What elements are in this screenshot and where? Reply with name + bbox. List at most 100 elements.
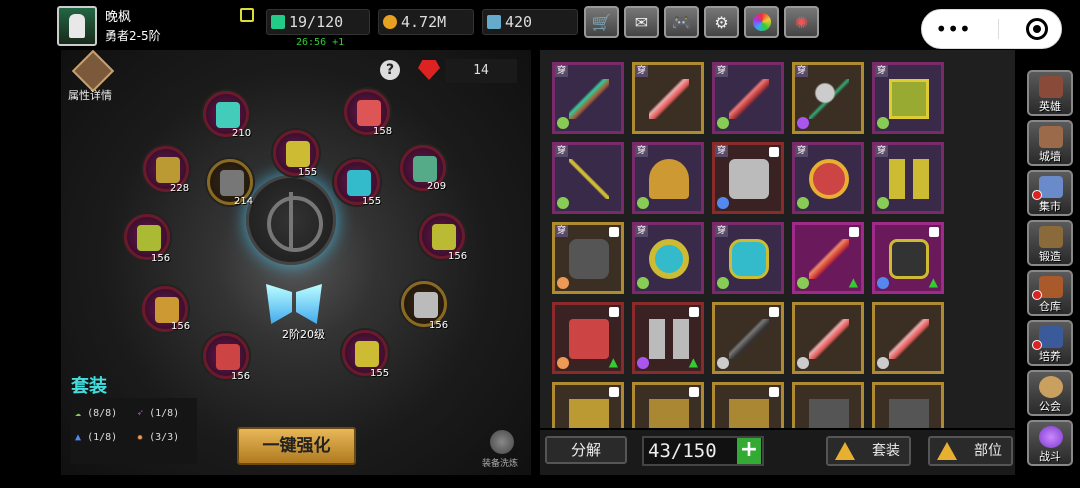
warning-triangle-icon — [835, 442, 855, 460]
gauntlet-icon — [889, 239, 929, 279]
inventory-item[interactable]: 穿 — [872, 62, 944, 134]
inventory-item[interactable] — [872, 382, 944, 428]
inventory-item[interactable]: 穿 — [632, 222, 704, 294]
inventory-item[interactable]: 穿 — [792, 142, 864, 214]
slot-level: 156 — [171, 321, 191, 332]
lucky-wheel-button[interactable] — [744, 6, 779, 38]
inventory-item[interactable]: 穿 — [632, 142, 704, 214]
inventory-item[interactable] — [632, 382, 704, 428]
equipped-tag: 穿 — [555, 65, 569, 77]
gem-count: 14 — [445, 59, 517, 83]
set-title: 套装 — [71, 376, 107, 397]
sort-by-part-button[interactable]: 部位 — [928, 436, 1013, 466]
gear-icon: ⚙ — [714, 12, 729, 32]
miniprogram-capsule[interactable]: ••• — [921, 9, 1062, 49]
nav-battle[interactable]: 战斗 — [1027, 420, 1073, 466]
inventory-item[interactable]: ▲ — [792, 222, 864, 294]
mail-icon: ✉ — [634, 12, 649, 32]
lock-icon[interactable] — [769, 307, 779, 317]
nav-hero[interactable]: 英雄 — [1027, 70, 1073, 116]
bow-icon — [729, 319, 769, 359]
inventory-item[interactable]: ▲ — [872, 222, 944, 294]
close-target-icon[interactable] — [1025, 18, 1048, 40]
shop-button[interactable]: 🛒 — [584, 6, 619, 38]
lock-icon[interactable] — [769, 387, 779, 397]
inventory-item[interactable]: ▲ — [632, 302, 704, 374]
inventory-item[interactable]: ▲ — [552, 302, 624, 374]
nav-train[interactable]: 培养 — [1027, 320, 1073, 366]
lock-icon[interactable] — [929, 227, 939, 237]
expand-inventory-button[interactable]: + — [737, 438, 761, 464]
axe-icon — [413, 156, 437, 182]
hammer-icon — [569, 319, 609, 359]
stamina-timer: 26:56 +1 — [296, 37, 345, 48]
inventory-item[interactable] — [872, 302, 944, 374]
left-wing-icon — [266, 284, 292, 324]
player-avatar[interactable] — [57, 6, 97, 46]
gold-counter[interactable]: 4.72M — [378, 9, 474, 35]
inventory-item[interactable]: 穿 — [792, 62, 864, 134]
amulet-icon — [729, 239, 769, 279]
settings-button[interactable]: ⚙ — [704, 6, 739, 38]
inventory-item[interactable]: 穿 — [712, 142, 784, 214]
boots-icon — [355, 341, 379, 367]
inventory-item[interactable] — [792, 382, 864, 428]
inventory-item[interactable]: 穿 — [552, 142, 624, 214]
equipped-tag: 穿 — [635, 225, 649, 237]
inventory-item[interactable]: 穿 — [712, 62, 784, 134]
inventory-item[interactable] — [792, 302, 864, 374]
lock-icon[interactable] — [689, 307, 699, 317]
lock-icon[interactable] — [609, 227, 619, 237]
lock-icon[interactable] — [769, 147, 779, 157]
mage-hat-icon — [1039, 326, 1063, 348]
nav-forge[interactable]: 锻造 — [1027, 220, 1073, 266]
set-tag-icon — [797, 197, 809, 209]
shield-icon — [569, 399, 609, 428]
stamina-counter[interactable]: 19/120 — [266, 9, 370, 35]
set-tag-icon — [557, 357, 569, 369]
equipped-tag: 穿 — [555, 145, 569, 157]
decompose-button[interactable]: 分解 — [545, 436, 627, 464]
market-stall-icon — [1039, 176, 1063, 198]
inventory-item[interactable] — [552, 382, 624, 428]
more-menu-icon[interactable]: ••• — [935, 17, 970, 41]
nav-warehouse[interactable]: 仓库 — [1027, 270, 1073, 316]
helmet-icon — [155, 297, 179, 323]
nav-market[interactable]: 集市 — [1027, 170, 1073, 216]
warning-triangle-icon — [937, 442, 957, 460]
sort-by-set-button[interactable]: 套装 — [826, 436, 911, 466]
axe-icon — [809, 79, 849, 119]
minigame-button[interactable]: 🎮 — [664, 6, 699, 38]
event-button[interactable]: ✺ — [784, 6, 819, 38]
lock-icon[interactable] — [689, 387, 699, 397]
equipment-reroll-button[interactable]: 装备洗炼 — [482, 428, 522, 469]
horned-helmet-icon — [809, 399, 849, 428]
lock-icon[interactable] — [609, 307, 619, 317]
mail-button[interactable]: ✉ — [624, 6, 659, 38]
slot-level: 210 — [232, 128, 252, 139]
nav-guild[interactable]: 公会 — [1027, 370, 1073, 416]
book-icon — [137, 225, 161, 251]
inventory-item[interactable]: 穿 — [872, 142, 944, 214]
nav-wall[interactable]: 城墙 — [1027, 120, 1073, 166]
inventory-item[interactable] — [712, 382, 784, 428]
lock-icon[interactable] — [609, 387, 619, 397]
set-tag-icon — [637, 277, 649, 289]
one-click-strengthen-button[interactable]: 一键强化 — [237, 427, 356, 465]
lock-icon[interactable] — [849, 227, 859, 237]
upgrade-arrow-icon: ▲ — [928, 275, 938, 289]
rename-pencil-icon[interactable] — [240, 8, 254, 22]
inventory-item[interactable]: 穿 — [552, 62, 624, 134]
inventory-item[interactable]: 穿 — [632, 62, 704, 134]
portal-icon — [1039, 426, 1063, 448]
inventory-item[interactable]: 穿 — [712, 222, 784, 294]
set-tag-icon — [717, 197, 729, 209]
inventory-item[interactable] — [712, 302, 784, 374]
gold-coin-icon — [383, 15, 397, 29]
diamond-counter[interactable]: 420 — [482, 9, 578, 35]
help-icon[interactable]: ? — [380, 60, 400, 80]
wings-level: 2阶20级 — [282, 328, 325, 341]
gold-value: 4.72M — [401, 13, 447, 31]
inventory-item[interactable]: 穿 — [552, 222, 624, 294]
set-row: ☁ (8/8) — [75, 408, 118, 419]
